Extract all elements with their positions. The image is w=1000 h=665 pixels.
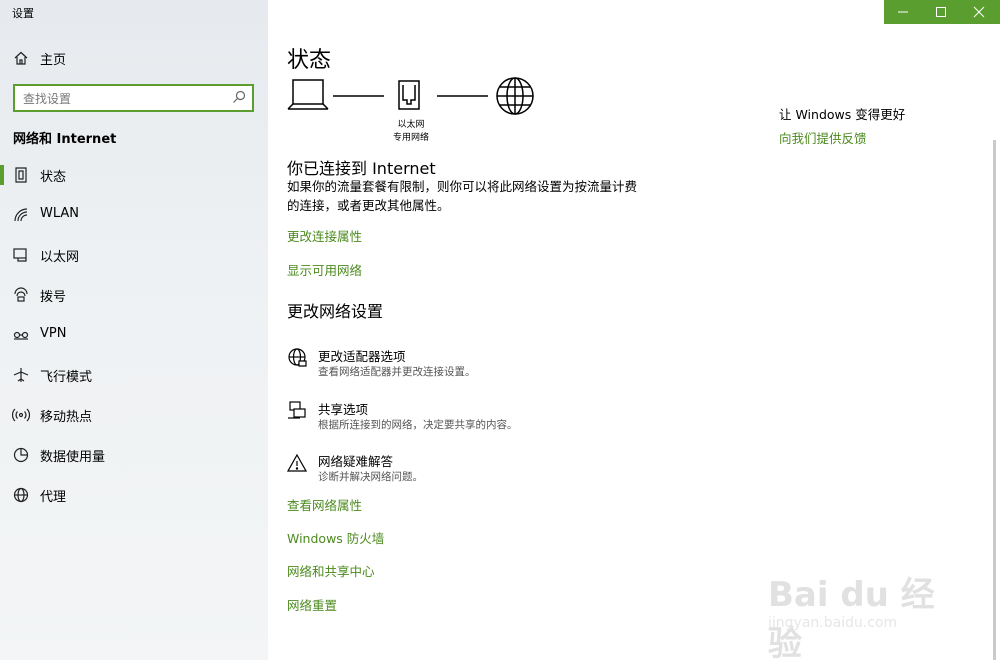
watermark-url: jingyan.baidu.com xyxy=(768,615,898,631)
sidebar-item-label: 移动热点 xyxy=(40,410,93,425)
sidebar-item-vpn[interactable]: VPN xyxy=(0,320,268,350)
sidebar: 设置 主页 网络和 Internet 状态 WLAN 以太网 xyxy=(0,0,268,660)
sidebar-item-label: WLAN xyxy=(40,206,80,221)
sidebar-item-label: 代理 xyxy=(40,490,67,505)
globe-icon xyxy=(13,487,29,503)
section-heading: 网络和 Internet xyxy=(13,132,117,147)
sidebar-item-ethernet[interactable]: 以太网 xyxy=(0,240,268,270)
sharing-options-title[interactable]: 共享选项 xyxy=(318,399,368,418)
adapter-options-title[interactable]: 更改适配器选项 xyxy=(318,346,406,365)
troubleshooter-desc: 诊断并解决网络问题。 xyxy=(318,471,423,483)
adapter-globe-icon[interactable] xyxy=(287,347,307,367)
close-button[interactable] xyxy=(960,0,998,24)
sidebar-item-dialup[interactable]: 拨号 xyxy=(0,280,268,310)
windows-firewall-link[interactable]: Windows 防火墙 xyxy=(287,528,384,547)
sidebar-item-proxy[interactable]: 代理 xyxy=(0,480,268,510)
connection-status-desc: 如果你的流量套餐有限制，则你可以将此网络设置为按流量计费的连接，或者更改其他属性… xyxy=(287,179,638,213)
adapter-options-desc: 查看网络适配器并更改连接设置。 xyxy=(318,366,476,378)
page-title: 状态 xyxy=(287,48,332,73)
sidebar-item-label: 飞行模式 xyxy=(40,370,93,385)
view-network-properties-link[interactable]: 查看网络属性 xyxy=(287,495,362,514)
laptop-icon xyxy=(287,79,329,110)
connection-status-title: 你已连接到 Internet xyxy=(287,159,436,178)
sidebar-item-status[interactable]: 状态 xyxy=(0,160,268,190)
ethernet-icon xyxy=(13,248,27,262)
network-name: 以太网 xyxy=(397,120,425,130)
sidebar-item-wlan[interactable]: WLAN xyxy=(0,200,268,230)
data-usage-icon xyxy=(13,447,29,463)
search-input[interactable] xyxy=(21,89,225,109)
internet-globe-icon xyxy=(496,77,534,115)
show-available-networks-link[interactable]: 显示可用网络 xyxy=(287,260,362,279)
vpn-icon xyxy=(13,331,29,340)
airplane-icon xyxy=(13,368,29,382)
feedback-link[interactable]: 向我们提供反馈 xyxy=(779,128,867,147)
network-reset-link[interactable]: 网络重置 xyxy=(287,595,337,614)
sidebar-item-label: 数据使用量 xyxy=(40,450,106,465)
network-sharing-center-link[interactable]: 网络和共享中心 xyxy=(287,561,375,580)
minimize-button[interactable] xyxy=(884,0,922,24)
sidebar-item-label: VPN xyxy=(40,326,67,341)
window-titlebar xyxy=(884,0,1000,24)
sidebar-item-label: 拨号 xyxy=(40,290,67,305)
sidebar-item-airplane[interactable]: 飞行模式 xyxy=(0,360,268,390)
sidebar-item-home[interactable]: 主页 xyxy=(0,43,268,73)
network-diagram xyxy=(287,77,534,115)
troubleshooter-title[interactable]: 网络疑难解答 xyxy=(318,451,393,470)
search-box[interactable] xyxy=(13,84,254,112)
sidebar-item-data-usage[interactable]: 数据使用量 xyxy=(0,440,268,470)
change-connection-properties-link[interactable]: 更改连接属性 xyxy=(287,226,362,245)
search-icon[interactable] xyxy=(232,90,246,104)
feedback-heading: 让 Windows 变得更好 xyxy=(779,107,906,122)
scrollbar[interactable] xyxy=(993,140,996,660)
section-title: 更改网络设置 xyxy=(287,302,384,321)
baidu-watermark: Bai du 经验 jingyan.baidu.com xyxy=(760,555,960,664)
app-title: 设置 xyxy=(12,7,34,20)
sidebar-item-hotspot[interactable]: 移动热点 xyxy=(0,400,268,430)
sharing-options-desc: 根据所连接到的网络，决定要共享的内容。 xyxy=(318,419,518,431)
sidebar-item-label: 状态 xyxy=(40,170,67,185)
hotspot-icon xyxy=(12,408,30,422)
network-type: 专用网络 xyxy=(392,133,429,143)
home-icon xyxy=(14,51,28,65)
sidebar-item-label: 以太网 xyxy=(40,250,80,265)
sidebar-item-label: 主页 xyxy=(40,53,67,68)
maximize-button[interactable] xyxy=(922,0,960,24)
wifi-icon xyxy=(14,208,28,222)
ethernet-port-icon xyxy=(398,80,420,110)
warning-icon[interactable] xyxy=(287,453,307,473)
sharing-icon[interactable] xyxy=(287,400,307,420)
status-icon xyxy=(15,167,27,183)
dialup-icon xyxy=(14,287,28,302)
